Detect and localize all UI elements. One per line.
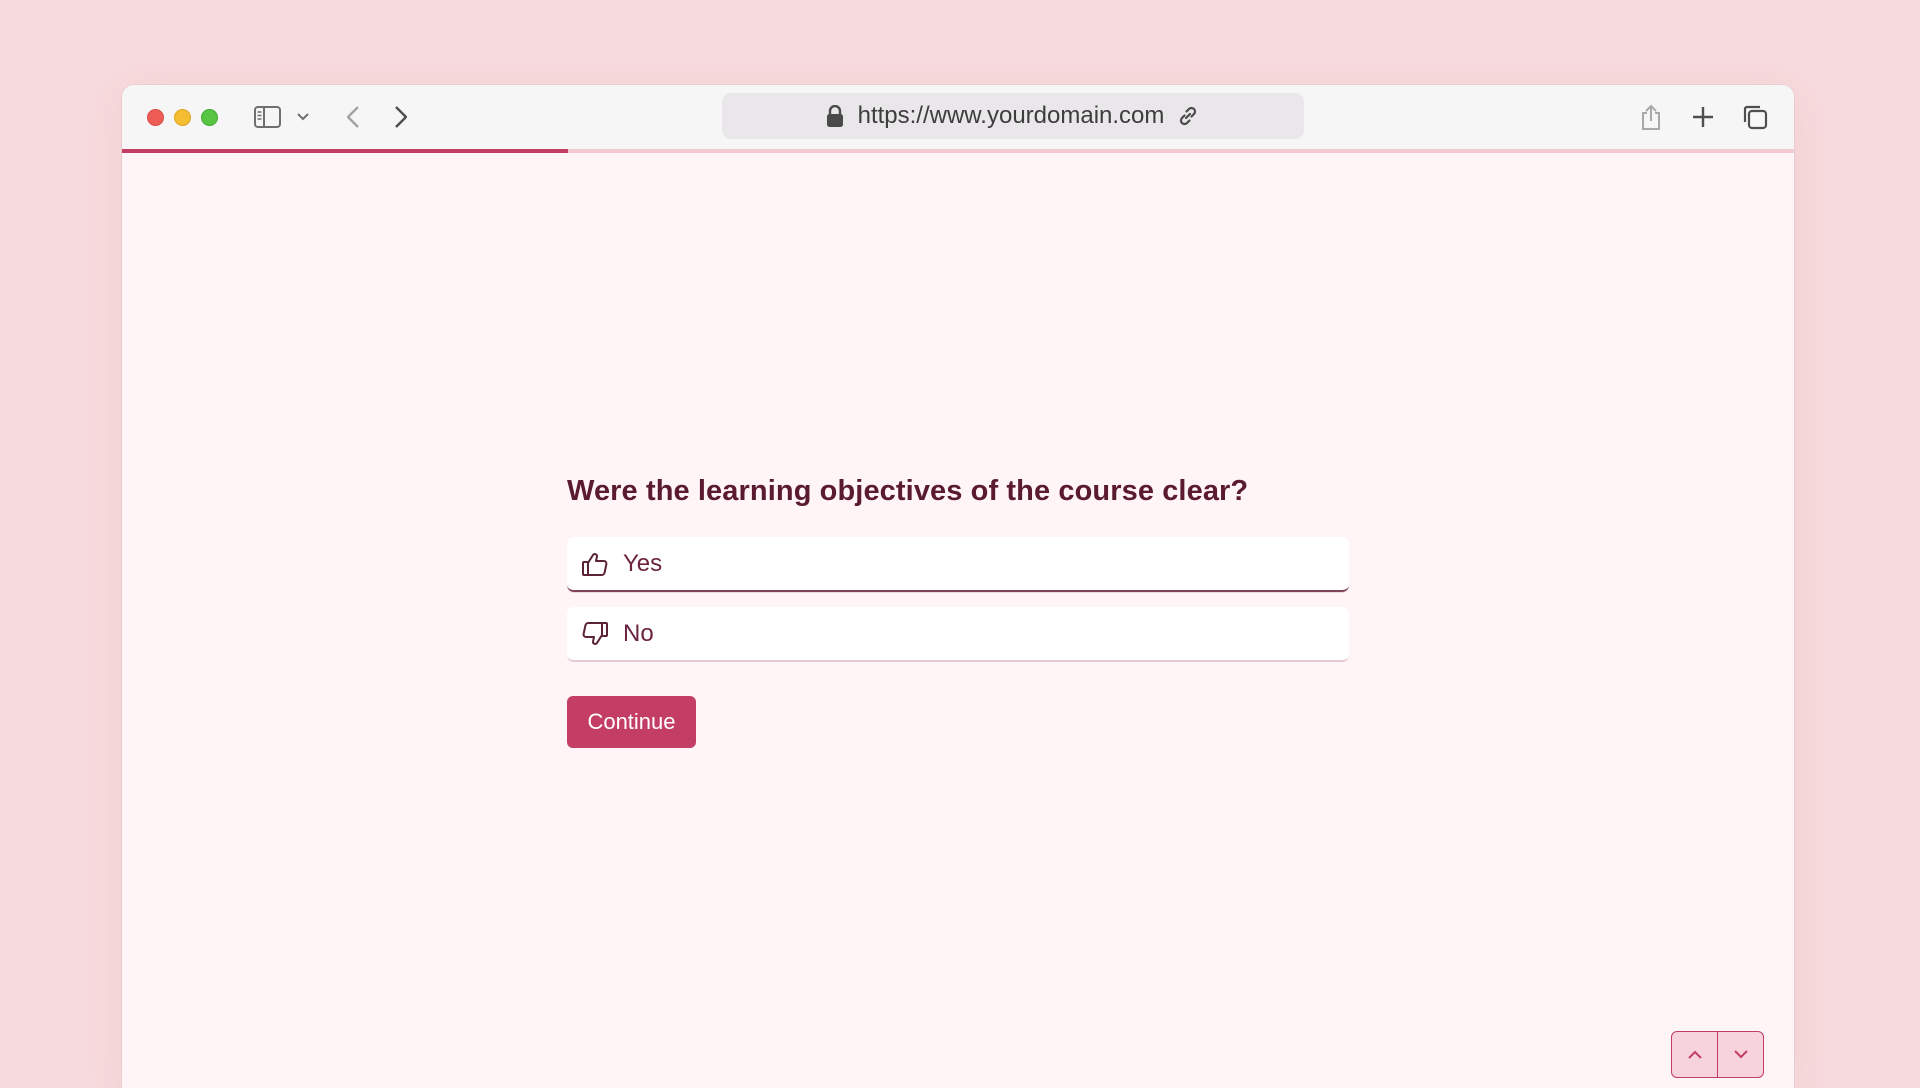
- option-label: No: [623, 619, 654, 647]
- chevron-down-icon: [1733, 1050, 1748, 1059]
- back-icon[interactable]: [342, 105, 364, 129]
- browser-window: https://www.yourdomain.com Were the lear…: [122, 85, 1794, 1088]
- next-question-button[interactable]: [1717, 1032, 1763, 1077]
- minimize-window-button[interactable]: [174, 109, 191, 126]
- thumbs-up-icon: [581, 550, 609, 578]
- sidebar-icon[interactable]: [253, 104, 281, 130]
- progress-bar: [122, 149, 1794, 153]
- tabs-icon[interactable]: [1741, 103, 1769, 131]
- share-icon[interactable]: [1640, 102, 1662, 132]
- previous-question-button[interactable]: [1672, 1032, 1717, 1077]
- option-label: Yes: [623, 549, 663, 577]
- question-pager: [1671, 1031, 1764, 1078]
- option-yes[interactable]: Yes: [567, 537, 1349, 592]
- survey-question-block: Were the learning objectives of the cour…: [567, 471, 1349, 748]
- lock-icon: [826, 105, 844, 127]
- zoom-window-button[interactable]: [201, 109, 218, 126]
- chevron-up-icon: [1687, 1050, 1702, 1059]
- url-text: https://www.yourdomain.com: [857, 102, 1165, 129]
- browser-toolbar: https://www.yourdomain.com: [122, 85, 1794, 149]
- link-icon[interactable]: [1176, 104, 1200, 128]
- question-heading: Were the learning objectives of the cour…: [567, 475, 1249, 507]
- plus-icon[interactable]: [1690, 104, 1716, 130]
- progress-bar-fill: [122, 149, 569, 153]
- close-window-button[interactable]: [147, 109, 164, 126]
- forward-icon[interactable]: [390, 105, 412, 129]
- thumbs-down-icon: [581, 620, 609, 648]
- option-no[interactable]: No: [567, 607, 1349, 662]
- address-bar[interactable]: https://www.yourdomain.com: [722, 93, 1304, 139]
- continue-button[interactable]: Continue: [567, 696, 696, 748]
- chevron-down-icon[interactable]: [296, 110, 310, 124]
